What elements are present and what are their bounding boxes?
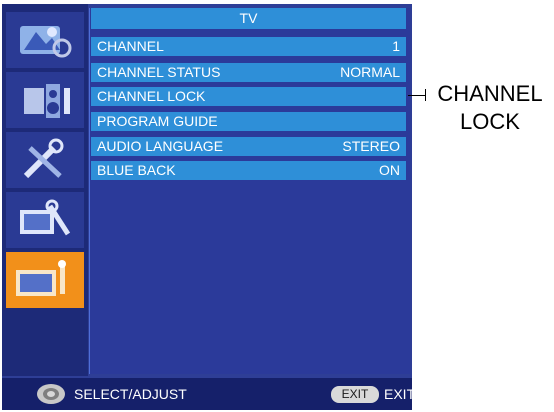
callout-line-2: LOCK xyxy=(460,109,520,134)
menu-row-label: CHANNEL STATUS xyxy=(97,64,221,80)
footer-bar: SELECT/ADJUST EXIT EXIT xyxy=(2,378,416,410)
tv-menu-icon xyxy=(16,260,66,296)
menu-row-audio-language[interactable]: AUDIO LANGUAGE STEREO xyxy=(91,137,406,156)
menu-row-label: CHANNEL LOCK xyxy=(97,88,206,104)
sidebar-item-sound[interactable] xyxy=(6,72,84,128)
menu-row-label: BLUE BACK xyxy=(97,162,176,178)
menu-row-value: STEREO xyxy=(342,138,400,154)
menu-row-channel[interactable]: CHANNEL 1 xyxy=(91,37,406,56)
exit-button-key[interactable]: EXIT xyxy=(331,386,379,403)
callout-leader-line xyxy=(408,95,426,96)
sidebar xyxy=(2,4,88,376)
menu-row-label: CHANNEL xyxy=(97,38,164,54)
callout-line-1: CHANNEL xyxy=(437,81,543,106)
setup-tools-icon xyxy=(23,138,64,179)
menu-row-channel-lock[interactable]: CHANNEL LOCK xyxy=(91,87,406,106)
menu-title: TV xyxy=(91,8,406,29)
select-adjust-label: SELECT/ADJUST xyxy=(74,386,187,402)
callout-leader-tick xyxy=(425,89,426,101)
sidebar-item-tv[interactable] xyxy=(6,252,84,308)
menu-row-value: ON xyxy=(379,162,400,178)
picture-icon xyxy=(20,26,72,58)
select-adjust-icon xyxy=(37,384,65,404)
menu-row-value: 1 xyxy=(392,38,400,54)
menu-row-channel-status[interactable]: CHANNEL STATUS NORMAL xyxy=(91,63,406,82)
menu-row-value: NORMAL xyxy=(340,64,400,80)
exit-label: EXIT xyxy=(384,386,416,402)
sidebar-item-setup[interactable] xyxy=(6,132,84,188)
sidebar-item-picture[interactable] xyxy=(6,12,84,68)
sidebar-item-tv-settings[interactable] xyxy=(6,192,84,248)
callout-label: CHANNEL LOCK xyxy=(430,80,550,136)
menu-row-label: AUDIO LANGUAGE xyxy=(97,138,224,154)
sound-icon xyxy=(24,84,70,118)
menu-row-program-guide[interactable]: PROGRAM GUIDE xyxy=(91,112,406,131)
menu-row-label: PROGRAM GUIDE xyxy=(97,113,218,129)
menu-row-blue-back[interactable]: BLUE BACK ON xyxy=(91,161,406,180)
tv-settings-icon xyxy=(20,199,71,236)
